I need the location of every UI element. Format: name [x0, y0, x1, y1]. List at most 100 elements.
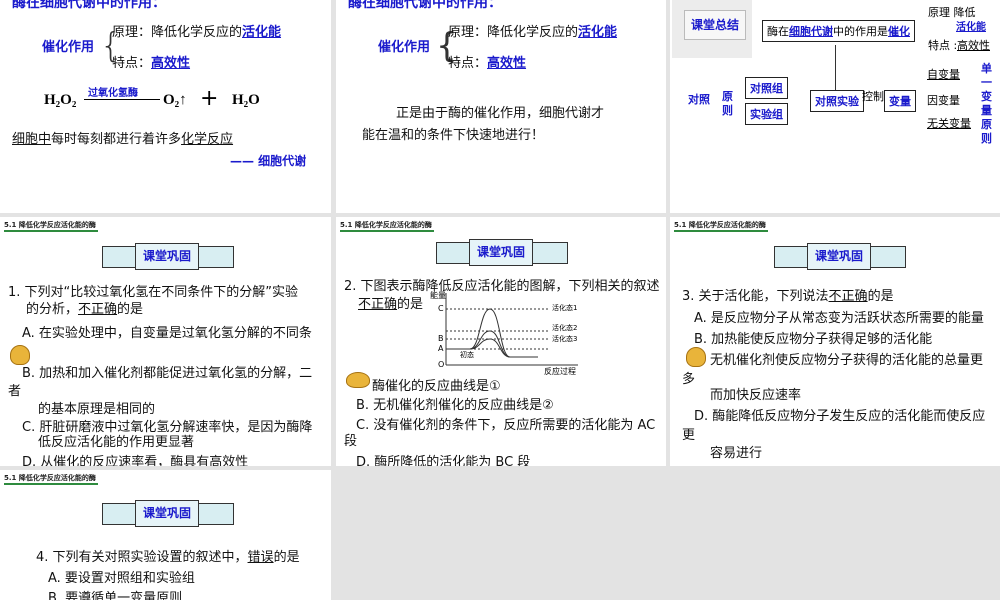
option-d: D. 酶能降低反应物分子发生反应的活化能而使反应: [694, 409, 986, 424]
reaction-arrow: [84, 99, 160, 100]
text: 细胞代谢: [789, 25, 833, 38]
text: 催化: [888, 25, 910, 38]
graph-tick-c: C: [438, 304, 444, 313]
principle-value: 活化能: [242, 25, 282, 40]
slide-header: 5.1 降低化学反应活化能的酶: [674, 220, 768, 232]
option-b: B. 要遵循单一变量原则: [48, 591, 183, 600]
equation-h2o: H₂O: [232, 92, 260, 108]
option-b: B. 加热和加入催化剂都能促进过氧化氢的分解，二: [22, 366, 313, 381]
equation-enzyme: 过氧化氢酶: [88, 88, 138, 99]
independent-variable: 自变量: [927, 68, 960, 81]
option-c-wrap: 多: [682, 372, 696, 387]
text: 的是: [867, 289, 894, 304]
principle-label: 原理：降低化学反应的: [112, 25, 243, 40]
slide-thumbnail-1[interactable]: 酶在细胞代谢中的作用： 催化作用 { 原理：降低化学反应的活化能 特点：高效性 …: [0, 0, 331, 213]
text: 细胞中: [12, 132, 52, 147]
single-variable-principle: 单一变量原则: [981, 62, 992, 145]
banner: 课堂巩固: [436, 239, 568, 267]
variable-box: 变量: [884, 90, 916, 112]
clapping-hand-icon: [346, 372, 370, 388]
option-c-wrap: 段: [344, 434, 358, 449]
option-b: B. 加热能使反应物分子获得足够的活化能: [694, 332, 933, 347]
graph-origin: O: [438, 360, 445, 369]
text: 不正确: [358, 297, 398, 312]
control-principle: 对照: [688, 93, 710, 106]
feature-label: 特点：: [112, 56, 152, 71]
feature-label: 特点：: [448, 56, 488, 71]
controlled-experiment-box: 对照实验: [810, 90, 864, 112]
option-a: A. 要设置对照组和实验组: [48, 571, 195, 586]
feature-value: 高效性: [957, 39, 990, 52]
feature-value: 高效性: [487, 56, 527, 71]
option-d-cont: 容易进行: [710, 446, 763, 461]
banner: 课堂巩固: [102, 243, 234, 271]
graph-xlabel: 反应过程: [544, 367, 576, 376]
conclusion: —— 细胞代谢: [230, 154, 307, 168]
banner-label: 课堂巩固: [469, 239, 533, 266]
thumbs-up-icon: [686, 347, 706, 367]
option-b-cont: 的基本原理是相同的: [38, 402, 156, 417]
graph-state-2: 活化态2: [552, 324, 578, 332]
text: 每时每刻都进行着许多: [51, 132, 182, 147]
text: 的是: [273, 550, 300, 565]
graph-state-1: 活化态1: [552, 304, 578, 312]
body-line-1: 正是由于酶的催化作用，细胞代谢才: [396, 106, 605, 121]
text: 的是: [397, 297, 424, 312]
graph-state-3: 活化态3: [552, 335, 578, 343]
banner-label: 课堂巩固: [135, 243, 199, 270]
banner-label: 课堂巩固: [135, 500, 199, 527]
slide-header: 5.1 降低化学反应活化能的酶: [340, 220, 434, 232]
text: 化学反应: [181, 132, 234, 147]
text: 中的作用是: [833, 25, 888, 38]
dependent-variable: 因变量: [927, 94, 960, 107]
option-a: A. 是反应物分子从常态变为活跃状态所需要的能量: [694, 311, 984, 326]
text: 不正确: [828, 289, 868, 304]
slide-thumbnail-6[interactable]: 5.1 降低化学反应活化能的酶 课堂巩固 3. 关于活化能，下列说法不正确的是 …: [670, 217, 1000, 466]
slide-header: 5.1 降低化学反应活化能的酶: [4, 220, 98, 232]
option-b: B. 无机催化剂催化的反应曲线是②: [356, 398, 554, 413]
slide-header: 5.1 降低化学反应活化能的酶: [4, 473, 98, 485]
option-b-wrap: 者: [8, 384, 22, 399]
option-d: D. 酶所降低的活化能为 BC 段: [356, 455, 531, 466]
principle-value: 活化能: [578, 25, 618, 40]
graph-tick-b: B: [438, 334, 444, 343]
option-c-cont: 低反应活化能的作用更显著: [38, 435, 195, 450]
summary-badge: 课堂总结: [684, 10, 746, 40]
slide-thumbnail-7[interactable]: 5.1 降低化学反应活化能的酶 课堂巩固 4. 下列有关对照实验设置的叙述中，错…: [0, 470, 331, 600]
feature-value: 高效性: [151, 56, 191, 71]
equation-o2: O₂↑: [163, 92, 187, 108]
feature-label: 特点 :: [928, 39, 958, 52]
text: 错误: [247, 550, 274, 565]
irrelevant-variable: 无关变量: [927, 117, 971, 130]
text: 4. 下列有关对照实验设置的叙述中，: [36, 550, 248, 565]
banner: 课堂巩固: [774, 243, 906, 271]
slide-title: 酶在细胞代谢中的作用：: [12, 0, 166, 11]
principle-label: 原理：降低化学反应的: [448, 25, 579, 40]
option-a: A. 在实验处理中，自变量是过氧化氢分解的不同条: [22, 326, 312, 341]
graph-initial-state: 初态: [460, 351, 474, 359]
slide-thumbnail-5[interactable]: 5.1 降低化学反应活化能的酶 课堂巩固 2. 下图表示酶降低反应活化能的图解，…: [336, 217, 666, 466]
control-label: 控制: [862, 90, 884, 103]
body-line-2: 能在温和的条件下快速地进行！: [362, 128, 545, 143]
graph-ylabel: 能量: [430, 291, 446, 300]
experiment-group-box: 实验组: [745, 103, 788, 125]
control-group-box: 对照组: [745, 77, 788, 99]
slide-thumbnail-4[interactable]: 5.1 降低化学反应活化能的酶 课堂巩固 1. 下列对“比较过氧化氢在不同条件下…: [0, 217, 331, 466]
text: 酶在: [767, 25, 789, 38]
slide-thumbnail-3[interactable]: 课堂总结 酶在细胞代谢中的作用是催化 原理 降低 活化能 特点 : 高效性 对照…: [670, 0, 1000, 213]
equation-plus: +: [200, 86, 219, 111]
option-d-wrap: 更: [682, 428, 696, 443]
text: 的是: [117, 302, 144, 317]
principle-value: 活化能: [956, 22, 986, 33]
slide-thumbnail-2[interactable]: 酶在细胞代谢中的作用： 催化作用 { 原理：降低化学反应的活化能 特点：高效性 …: [336, 0, 666, 213]
catalysis-label: 催化作用: [378, 40, 431, 55]
equation-reactant: H₂O₂: [44, 92, 77, 108]
banner: 课堂巩固: [102, 500, 234, 528]
text: 不正确: [78, 302, 118, 317]
slide-title: 酶在细胞代谢中的作用：: [348, 0, 502, 11]
text: 3. 关于活化能，下列说法: [682, 289, 829, 304]
catalysis-label: 催化作用: [42, 40, 95, 55]
control-principle-rule: 原则: [722, 90, 733, 117]
option-c: C. 没有催化剂的条件下，反应所需要的活化能为 AC: [356, 418, 656, 433]
banner-label: 课堂巩固: [807, 243, 871, 270]
